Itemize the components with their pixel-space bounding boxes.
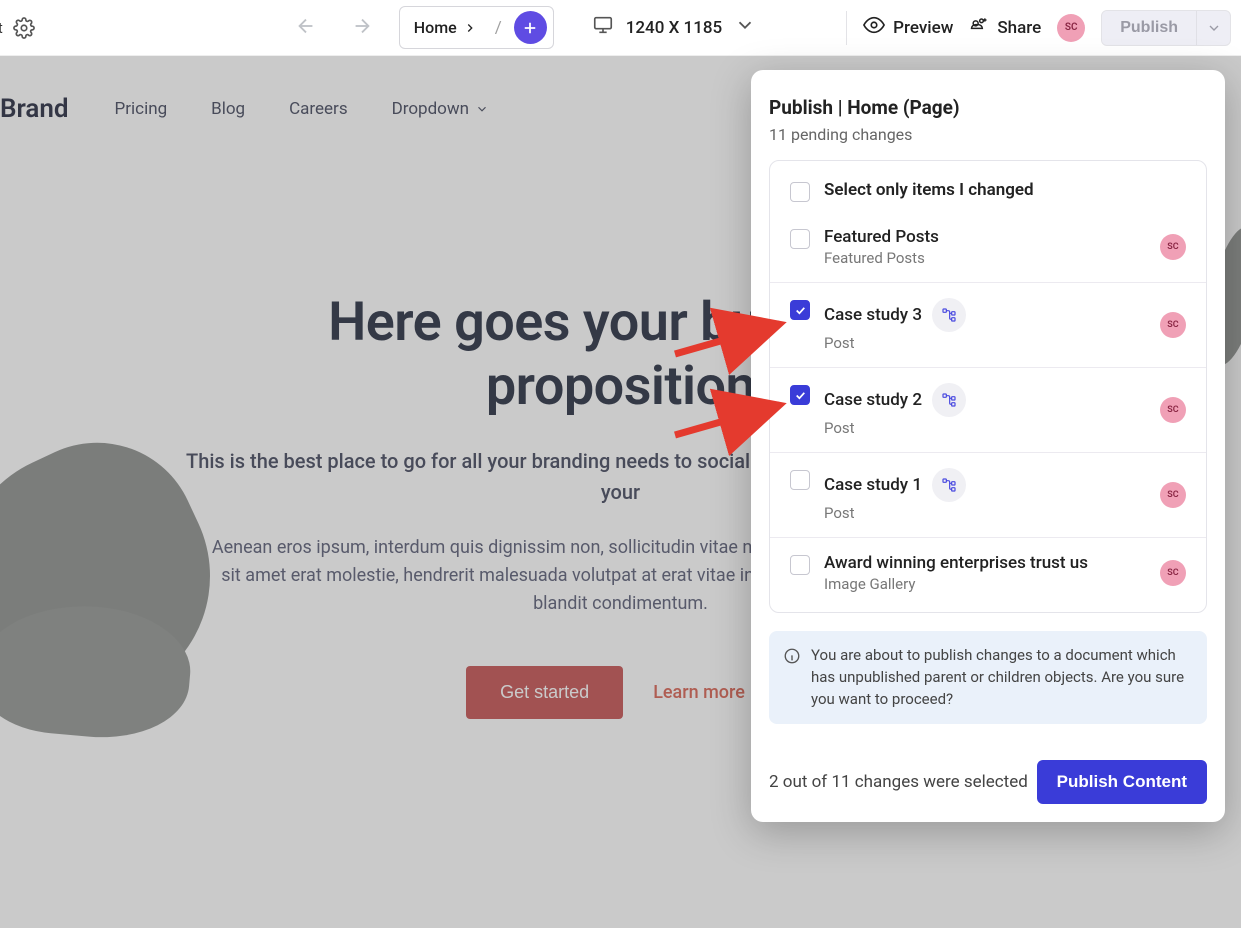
history-nav bbox=[295, 15, 373, 41]
checkbox[interactable] bbox=[790, 555, 810, 575]
change-item-type: Featured Posts bbox=[824, 249, 1146, 267]
checkbox[interactable] bbox=[790, 385, 810, 405]
select-all-label: Select only items I changed bbox=[824, 180, 1186, 200]
avatar: SC bbox=[1160, 397, 1186, 423]
tree-icon[interactable] bbox=[932, 383, 966, 417]
change-item-type: Post bbox=[824, 334, 1146, 352]
change-item-title: Featured Posts bbox=[824, 227, 1146, 247]
change-item-title: Award winning enterprises trust us bbox=[824, 553, 1146, 573]
app-toolbar: ct Home / 1240 X 1185 Preview Share bbox=[0, 0, 1241, 56]
change-item-row[interactable]: Case study 2 Post SC bbox=[770, 368, 1206, 453]
popover-title: Publish | Home (Page) bbox=[769, 96, 1207, 119]
desktop-icon bbox=[592, 14, 614, 41]
gear-icon[interactable] bbox=[13, 17, 35, 39]
publish-button[interactable]: Publish bbox=[1102, 11, 1196, 45]
change-item-type: Image Gallery bbox=[824, 575, 1146, 593]
change-item-title: Case study 3 bbox=[824, 298, 1146, 332]
publish-split-button: Publish bbox=[1101, 10, 1231, 46]
checkbox[interactable] bbox=[790, 470, 810, 490]
info-box: You are about to publish changes to a do… bbox=[769, 631, 1207, 724]
checkbox[interactable] bbox=[790, 182, 810, 202]
avatar: SC bbox=[1160, 482, 1186, 508]
change-item-title: Case study 1 bbox=[824, 468, 1146, 502]
change-item-type: Post bbox=[824, 419, 1146, 437]
share-button[interactable]: Share bbox=[969, 15, 1041, 40]
viewport-selector[interactable]: 1240 X 1185 bbox=[592, 14, 756, 41]
selection-count: 2 out of 11 changes were selected bbox=[769, 772, 1028, 792]
checkbox[interactable] bbox=[790, 300, 810, 320]
change-item-row[interactable]: Award winning enterprises trust us Image… bbox=[770, 538, 1206, 608]
share-label: Share bbox=[997, 18, 1041, 38]
viewport-text: 1240 X 1185 bbox=[626, 18, 722, 38]
change-item-row[interactable]: Case study 1 Post SC bbox=[770, 453, 1206, 538]
info-icon bbox=[783, 645, 801, 672]
publish-caret[interactable] bbox=[1196, 11, 1230, 45]
breadcrumb-home[interactable]: Home bbox=[414, 18, 483, 37]
breadcrumb[interactable]: Home / bbox=[399, 6, 554, 49]
tree-icon[interactable] bbox=[932, 298, 966, 332]
breadcrumb-home-label: Home bbox=[414, 18, 457, 37]
change-item-row[interactable]: Featured Posts Featured Posts SC bbox=[770, 212, 1206, 283]
chevron-down-icon bbox=[734, 14, 756, 41]
add-button[interactable] bbox=[514, 11, 547, 44]
toolbar-left-trunc: ct bbox=[0, 19, 3, 37]
info-text: You are about to publish changes to a do… bbox=[811, 645, 1191, 710]
change-item-row[interactable]: Case study 3 Post SC bbox=[770, 283, 1206, 368]
avatar[interactable]: SC bbox=[1057, 14, 1085, 42]
change-item-title: Case study 2 bbox=[824, 383, 1146, 417]
avatar: SC bbox=[1160, 560, 1186, 586]
avatar: SC bbox=[1160, 312, 1186, 338]
toolbar-separator bbox=[846, 11, 847, 45]
back-icon[interactable] bbox=[295, 15, 317, 41]
tree-icon[interactable] bbox=[932, 468, 966, 502]
checkbox[interactable] bbox=[790, 229, 810, 249]
preview-button[interactable]: Preview bbox=[863, 14, 953, 41]
preview-label: Preview bbox=[893, 18, 953, 38]
breadcrumb-sep: / bbox=[489, 18, 508, 38]
select-all-row[interactable]: Select only items I changed bbox=[770, 165, 1206, 212]
publish-popover: Publish | Home (Page) 11 pending changes… bbox=[751, 70, 1225, 822]
popover-subtitle: 11 pending changes bbox=[769, 125, 1207, 144]
avatar: SC bbox=[1160, 234, 1186, 260]
share-icon bbox=[969, 15, 989, 40]
eye-icon bbox=[863, 14, 885, 41]
forward-icon[interactable] bbox=[351, 15, 373, 41]
publish-content-button[interactable]: Publish Content bbox=[1037, 760, 1207, 804]
change-item-type: Post bbox=[824, 504, 1146, 522]
